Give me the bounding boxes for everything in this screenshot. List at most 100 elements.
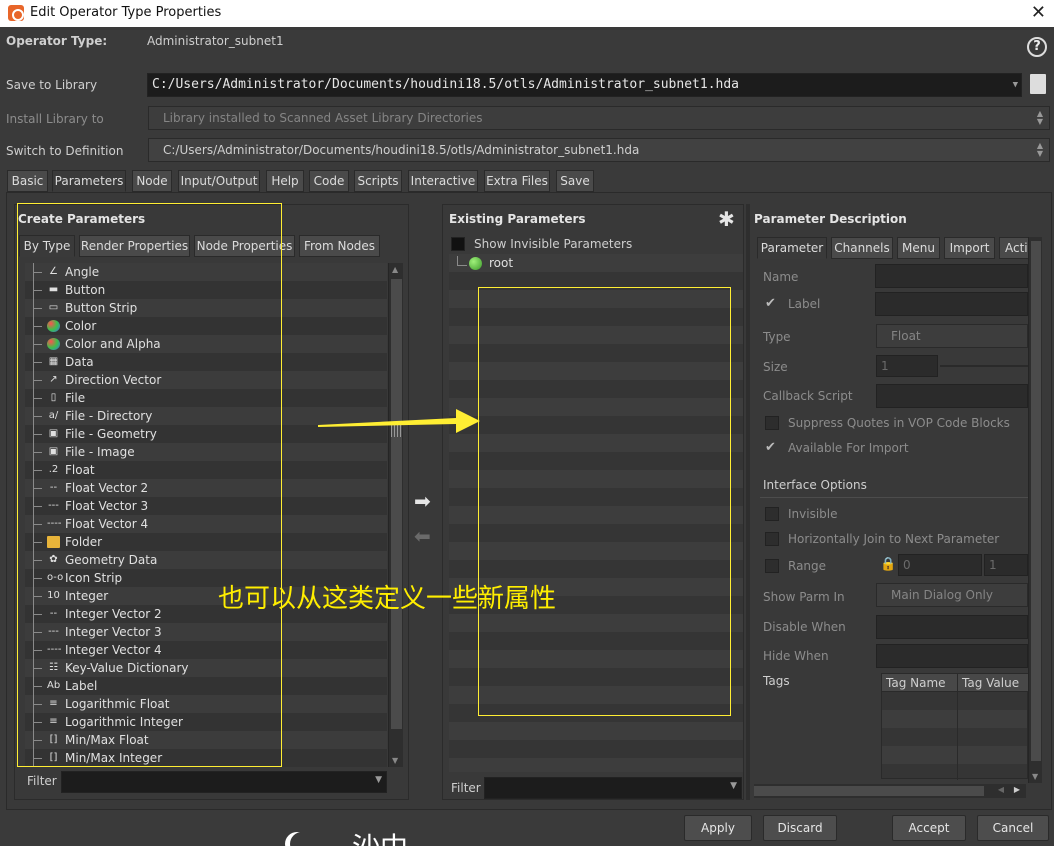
- type-dropdown[interactable]: Float: [876, 324, 1028, 348]
- save-to-library-label: Save to Library: [6, 78, 98, 92]
- label-label: Label: [788, 297, 821, 311]
- tab-parameters[interactable]: Parameters: [52, 170, 126, 192]
- invisible-checkbox[interactable]: [765, 507, 779, 521]
- tab-code[interactable]: Code: [309, 170, 349, 192]
- scroll-right-icon[interactable]: ▶: [1014, 785, 1020, 794]
- tab-node[interactable]: Node: [132, 170, 172, 192]
- save-to-library-field[interactable]: C:/Users/Administrator/Documents/houdini…: [147, 73, 1022, 97]
- scrollbar-thumb[interactable]: [391, 279, 402, 729]
- save-to-library-value: C:/Users/Administrator/Documents/houdini…: [152, 77, 739, 92]
- callback-script-label: Callback Script: [763, 389, 853, 403]
- bottom-annotation-text: 沙中: [352, 826, 408, 846]
- label-check-icon[interactable]: ✔: [765, 297, 776, 310]
- description-hscrollbar[interactable]: ◀ ▶: [754, 784, 1026, 798]
- size-label: Size: [763, 360, 788, 374]
- tab-extra-files[interactable]: Extra Files: [484, 170, 550, 192]
- column-divider: [957, 674, 958, 780]
- help-icon[interactable]: ?: [1027, 37, 1047, 57]
- discard-button[interactable]: Discard: [763, 815, 837, 841]
- disable-when-label: Disable When: [763, 620, 846, 634]
- name-input[interactable]: [875, 264, 1028, 288]
- close-icon[interactable]: ✕: [1031, 2, 1046, 23]
- horizontally-join-checkbox[interactable]: [765, 532, 779, 546]
- hscrollbar-thumb[interactable]: [754, 786, 984, 796]
- scroll-up-icon[interactable]: ▲: [392, 265, 398, 274]
- tab-menu[interactable]: Menu: [897, 237, 940, 259]
- scroll-down-icon[interactable]: ▼: [1032, 772, 1038, 781]
- available-import-check-icon[interactable]: ✔: [765, 441, 776, 454]
- label-input[interactable]: [875, 292, 1028, 316]
- disable-when-input[interactable]: [876, 615, 1028, 639]
- callback-script-input[interactable]: [876, 384, 1028, 408]
- parameter-description-title: Parameter Description: [754, 212, 907, 226]
- remove-parameter-arrow-icon[interactable]: ⬅: [414, 524, 431, 548]
- tags-label: Tags: [763, 674, 790, 688]
- apply-button[interactable]: Apply: [684, 815, 752, 841]
- tab-interactive[interactable]: Interactive: [408, 170, 478, 192]
- create-parameters-highlight: [17, 203, 282, 767]
- horizontally-join-label: Horizontally Join to Next Parameter: [788, 532, 1000, 546]
- updown-arrows-icon: ▲ ▼: [1036, 109, 1043, 126]
- section-divider: [760, 497, 1028, 498]
- show-invisible-checkbox[interactable]: [451, 237, 465, 251]
- show-parm-value: Main Dialog Only: [891, 588, 993, 602]
- root-node-label[interactable]: root: [489, 256, 513, 270]
- suppress-quotes-label: Suppress Quotes in VOP Code Blocks: [788, 416, 1010, 430]
- accept-button[interactable]: Accept: [892, 815, 966, 841]
- annotation-arrow-icon: [318, 409, 480, 433]
- range-min-input[interactable]: 0: [898, 554, 982, 576]
- operator-type-value: Administrator_subnet1: [147, 34, 284, 48]
- existing-filter-label: Filter: [451, 781, 481, 795]
- tag-value-header[interactable]: Tag Value: [962, 676, 1019, 690]
- create-filter-input[interactable]: ▼: [61, 771, 387, 793]
- panel-splitter[interactable]: [746, 204, 750, 800]
- tags-table[interactable]: Tag Name Tag Value: [881, 673, 1029, 780]
- window-title: Edit Operator Type Properties: [30, 5, 222, 20]
- existing-filter-input[interactable]: ▼: [484, 777, 742, 799]
- tab-input-output[interactable]: Input/Output: [178, 170, 260, 192]
- show-parm-label: Show Parm In: [763, 590, 845, 604]
- interface-options-label: Interface Options: [763, 478, 867, 492]
- cancel-button[interactable]: Cancel: [977, 815, 1049, 841]
- type-label: Type: [763, 330, 791, 344]
- hide-when-input[interactable]: [876, 644, 1028, 668]
- range-max-value: 1: [989, 558, 997, 572]
- range-checkbox[interactable]: [765, 559, 779, 573]
- hide-when-label: Hide When: [763, 649, 829, 663]
- file-chooser-icon[interactable]: [1030, 74, 1046, 94]
- tab-parameter[interactable]: Parameter: [757, 237, 827, 259]
- tab-basic[interactable]: Basic: [7, 170, 48, 192]
- parameter-type-scrollbar[interactable]: ▲ ▼: [388, 263, 403, 767]
- tab-import[interactable]: Import: [944, 237, 995, 259]
- operator-type-label: Operator Type:: [6, 34, 108, 48]
- tab-help[interactable]: Help: [266, 170, 304, 192]
- tag-name-header[interactable]: Tag Name: [886, 676, 946, 690]
- available-import-label: Available For Import: [788, 441, 909, 455]
- install-library-value: Library installed to Scanned Asset Libra…: [163, 111, 483, 125]
- tab-scripts[interactable]: Scripts: [354, 170, 402, 192]
- scrollbar-thumb[interactable]: [1031, 241, 1041, 761]
- tab-from-nodes[interactable]: From Nodes: [299, 235, 380, 257]
- range-max-input[interactable]: 1: [984, 554, 1028, 576]
- lock-icon[interactable]: 🔒: [880, 557, 896, 572]
- switch-definition-value: C:/Users/Administrator/Documents/houdini…: [163, 143, 640, 157]
- install-library-dropdown[interactable]: Library installed to Scanned Asset Libra…: [148, 106, 1050, 130]
- updown-arrows-icon: ▲ ▼: [1036, 141, 1043, 158]
- description-scrollbar[interactable]: ▼: [1028, 237, 1042, 783]
- size-input[interactable]: 1: [876, 355, 938, 377]
- type-value: Float: [891, 329, 921, 343]
- chevron-down-icon[interactable]: ▼: [1013, 74, 1018, 96]
- chevron-down-icon[interactable]: ▼: [375, 775, 382, 785]
- switch-definition-dropdown[interactable]: C:/Users/Administrator/Documents/houdini…: [148, 138, 1050, 162]
- chevron-down-icon[interactable]: ▼: [730, 781, 737, 791]
- suppress-quotes-checkbox[interactable]: [765, 416, 779, 430]
- scroll-left-icon[interactable]: ◀: [998, 785, 1004, 794]
- size-slider[interactable]: [940, 365, 1028, 367]
- scroll-down-icon[interactable]: ▼: [392, 756, 398, 765]
- show-invisible-label: Show Invisible Parameters: [474, 237, 633, 251]
- add-parameter-arrow-icon[interactable]: ➡: [414, 489, 431, 513]
- show-parm-dropdown[interactable]: Main Dialog Only: [876, 583, 1028, 607]
- tab-save[interactable]: Save: [556, 170, 594, 192]
- gear-icon[interactable]: ✱: [718, 207, 735, 231]
- tab-channels[interactable]: Channels: [831, 237, 893, 259]
